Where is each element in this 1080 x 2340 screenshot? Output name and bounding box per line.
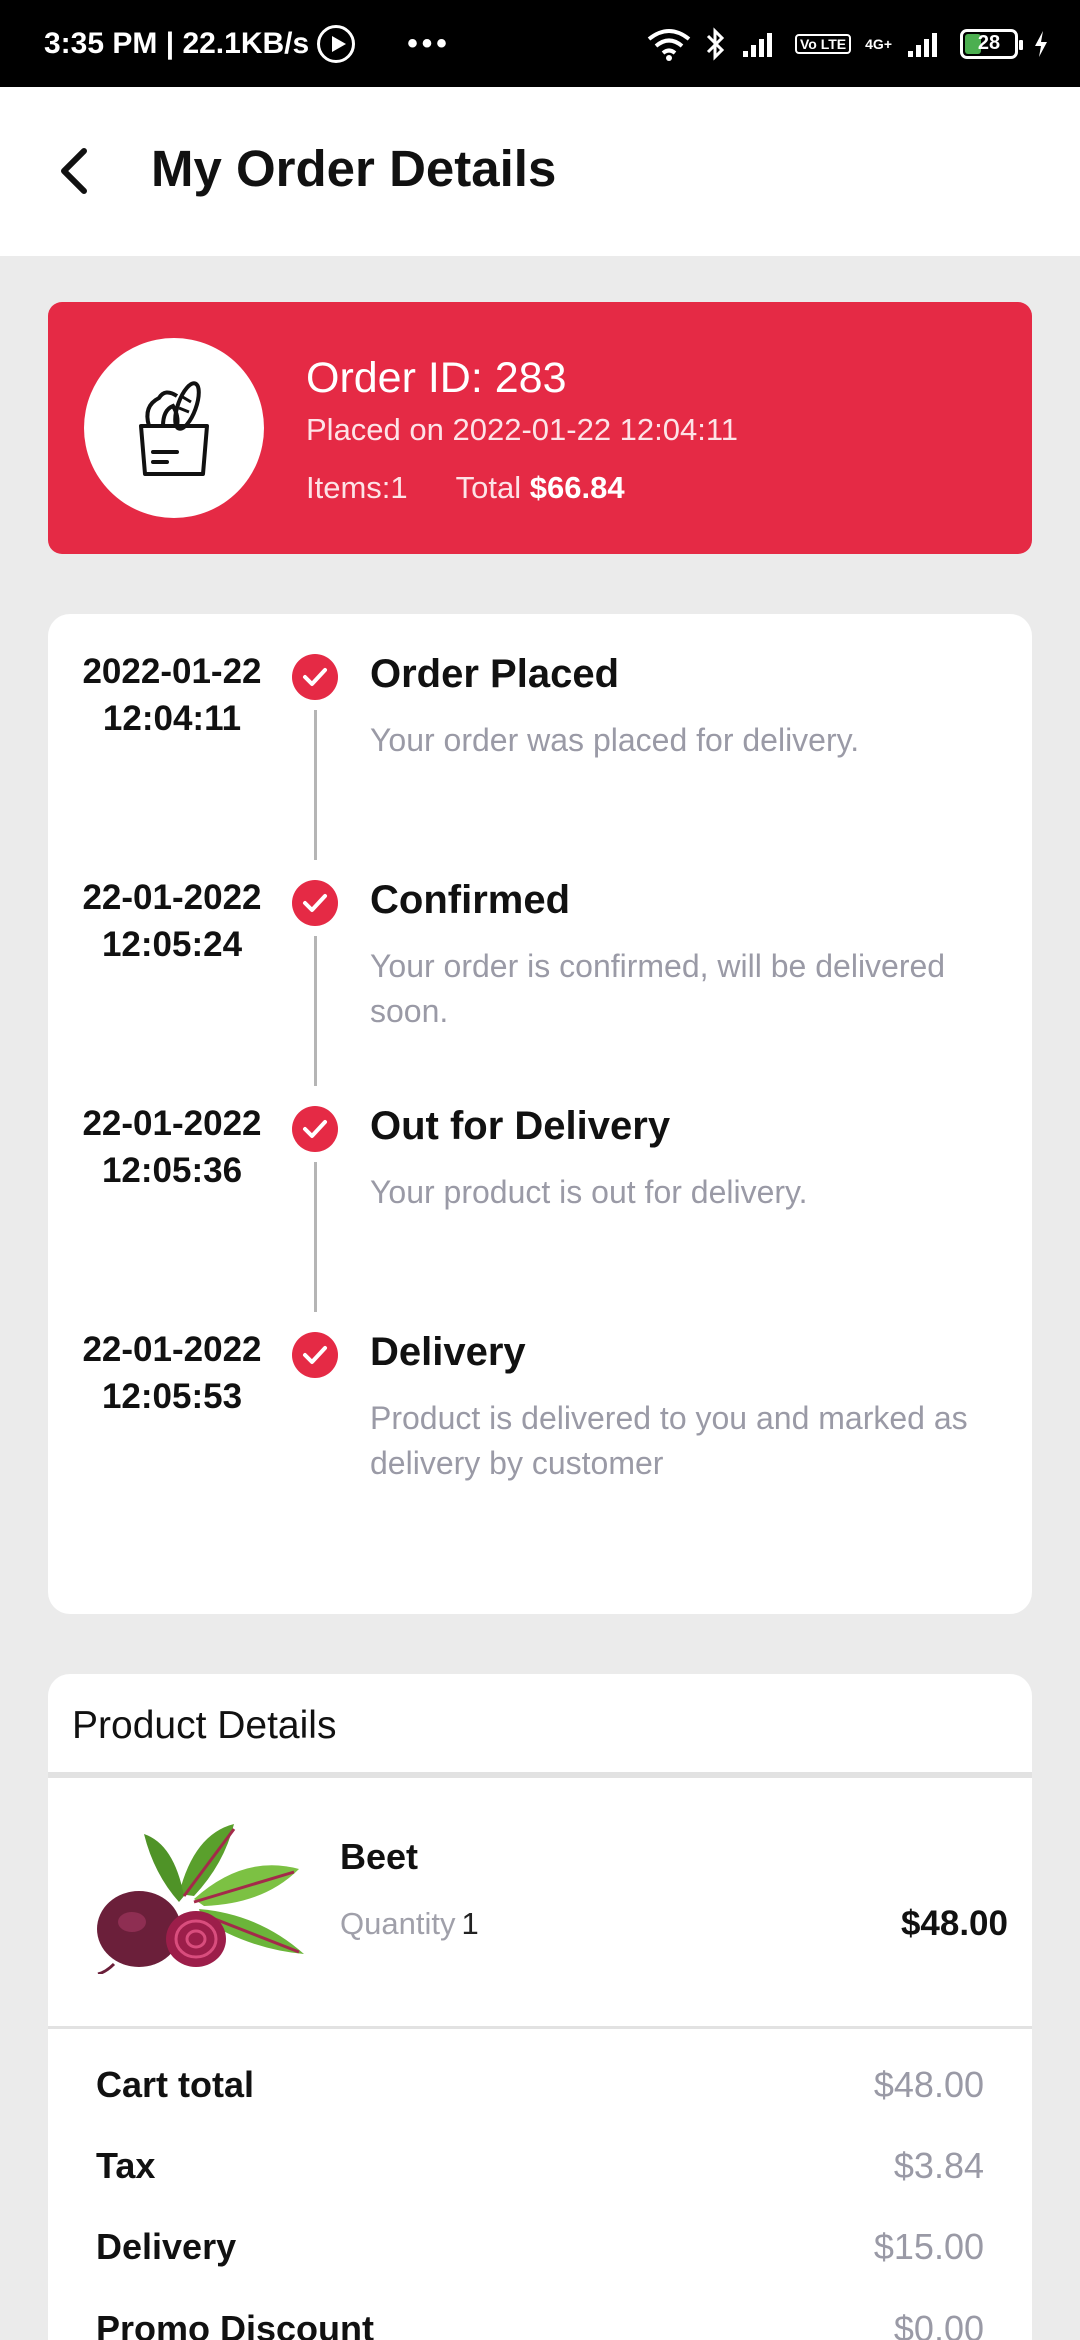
timeline-date-time: 12:04:11 (102, 699, 242, 738)
product-details-card: Product Details Beet Quantity 1 $48.00 Ca… (48, 1674, 1032, 2340)
signal-icon-2 (908, 32, 937, 57)
order-avatar (84, 338, 264, 518)
network-type: 4G+ (865, 35, 892, 52)
check-icon (292, 1332, 338, 1378)
timeline-title: Order Placed (370, 652, 620, 696)
timeline-date-day: 22-01-2022 (82, 878, 262, 917)
signal-icon (742, 32, 772, 57)
summary-value: $0.00 (893, 2308, 984, 2340)
product-price: $48.00 (900, 1904, 1008, 1943)
product-quantity-label: Quantity (340, 1906, 456, 1941)
page-title: My Order Details (151, 140, 557, 197)
summary-row-cart-total: Cart total $48.00 (96, 2064, 984, 2114)
summary-value: $3.84 (893, 2145, 984, 2186)
product-image[interactable] (84, 1824, 314, 1974)
divider (48, 1772, 1032, 1778)
summary-value: $15.00 (873, 2226, 984, 2267)
timeline-desc: Your order is confirmed, will be deliver… (370, 948, 946, 1029)
timeline-date: 22-01-2022 12:05:36 (72, 1100, 272, 1194)
order-items-count: Items:1 (306, 470, 408, 505)
timeline-desc: Your order was placed for delivery. (370, 722, 860, 758)
timeline-date-day: 22-01-2022 (82, 1330, 262, 1369)
timeline-date: 2022-01-22 12:04:11 (72, 648, 272, 742)
check-icon (292, 654, 338, 700)
divider (48, 2026, 1032, 2029)
summary-label: Cart total (96, 2064, 255, 2105)
product-quantity: Quantity 1 (340, 1906, 479, 1942)
summary-label: Tax (96, 2145, 156, 2186)
summary-row-promo-discount: Promo Discount $0.00 (96, 2308, 984, 2340)
timeline-title: Out for Delivery (370, 1104, 671, 1148)
timeline-date-time: 12:05:36 (101, 1151, 243, 1190)
wifi-icon (647, 28, 691, 61)
more-dots-icon: ••• (407, 26, 451, 60)
timeline-connector (314, 936, 317, 1086)
battery-level: 28 (977, 32, 1001, 54)
timeline-date-day: 22-01-2022 (82, 1104, 262, 1143)
timeline-title: Confirmed (370, 878, 570, 922)
product-name[interactable]: Beet (340, 1836, 418, 1878)
product-quantity-value: 1 (461, 1906, 479, 1941)
charging-icon (1035, 30, 1047, 57)
grocery-bag-icon (139, 381, 209, 476)
back-arrow-icon (61, 148, 87, 194)
order-summary-card: Order ID: 283 Placed on 2022-01-22 12:04… (48, 302, 1032, 554)
back-button[interactable] (44, 141, 104, 201)
summary-label: Promo Discount (96, 2308, 375, 2340)
check-icon (292, 880, 338, 926)
check-icon (292, 1106, 338, 1152)
timeline-connector (314, 710, 317, 860)
volte-icon: Vo LTE (794, 33, 852, 54)
bluetooth-icon (706, 26, 725, 61)
order-timeline: 2022-01-22 12:04:11 Order Placed Your or… (48, 614, 1032, 1614)
summary-row-tax: Tax $3.84 (96, 2145, 984, 2195)
timeline-date-time: 12:05:24 (101, 925, 243, 964)
play-icon (317, 24, 356, 63)
timeline-title: Delivery (370, 1330, 526, 1374)
summary-row-delivery: Delivery $15.00 (96, 2226, 984, 2276)
order-total-label: Total (455, 470, 530, 505)
timeline-date: 22-01-2022 12:05:24 (72, 874, 272, 968)
timeline-desc: Product is delivered to you and marked a… (370, 1400, 968, 1481)
timeline-date: 22-01-2022 12:05:53 (72, 1326, 272, 1420)
order-id: Order ID: 283 (306, 354, 567, 402)
summary-value: $48.00 (873, 2064, 984, 2105)
timeline-desc: Your product is out for delivery. (370, 1174, 808, 1210)
product-details-heading: Product Details (72, 1704, 337, 1747)
order-total-value: $66.84 (529, 470, 625, 505)
summary-label: Delivery (96, 2226, 237, 2267)
timeline-date-day: 2022-01-22 (82, 652, 262, 691)
order-placed-on: Placed on 2022-01-22 12:04:11 (306, 412, 739, 447)
timeline-connector (314, 1162, 317, 1312)
order-items-total: Items:1 Total $66.84 (306, 470, 625, 506)
status-bar: 3:35 PM | 22.1KB/s ••• Vo LTE 4G+ 28 (0, 0, 1080, 87)
app-header: My Order Details (0, 87, 1080, 256)
timeline-date-time: 12:05:53 (101, 1377, 243, 1416)
status-time: 3:35 PM | 22.1KB/s (44, 26, 310, 60)
battery-icon: 28 (960, 28, 1023, 59)
